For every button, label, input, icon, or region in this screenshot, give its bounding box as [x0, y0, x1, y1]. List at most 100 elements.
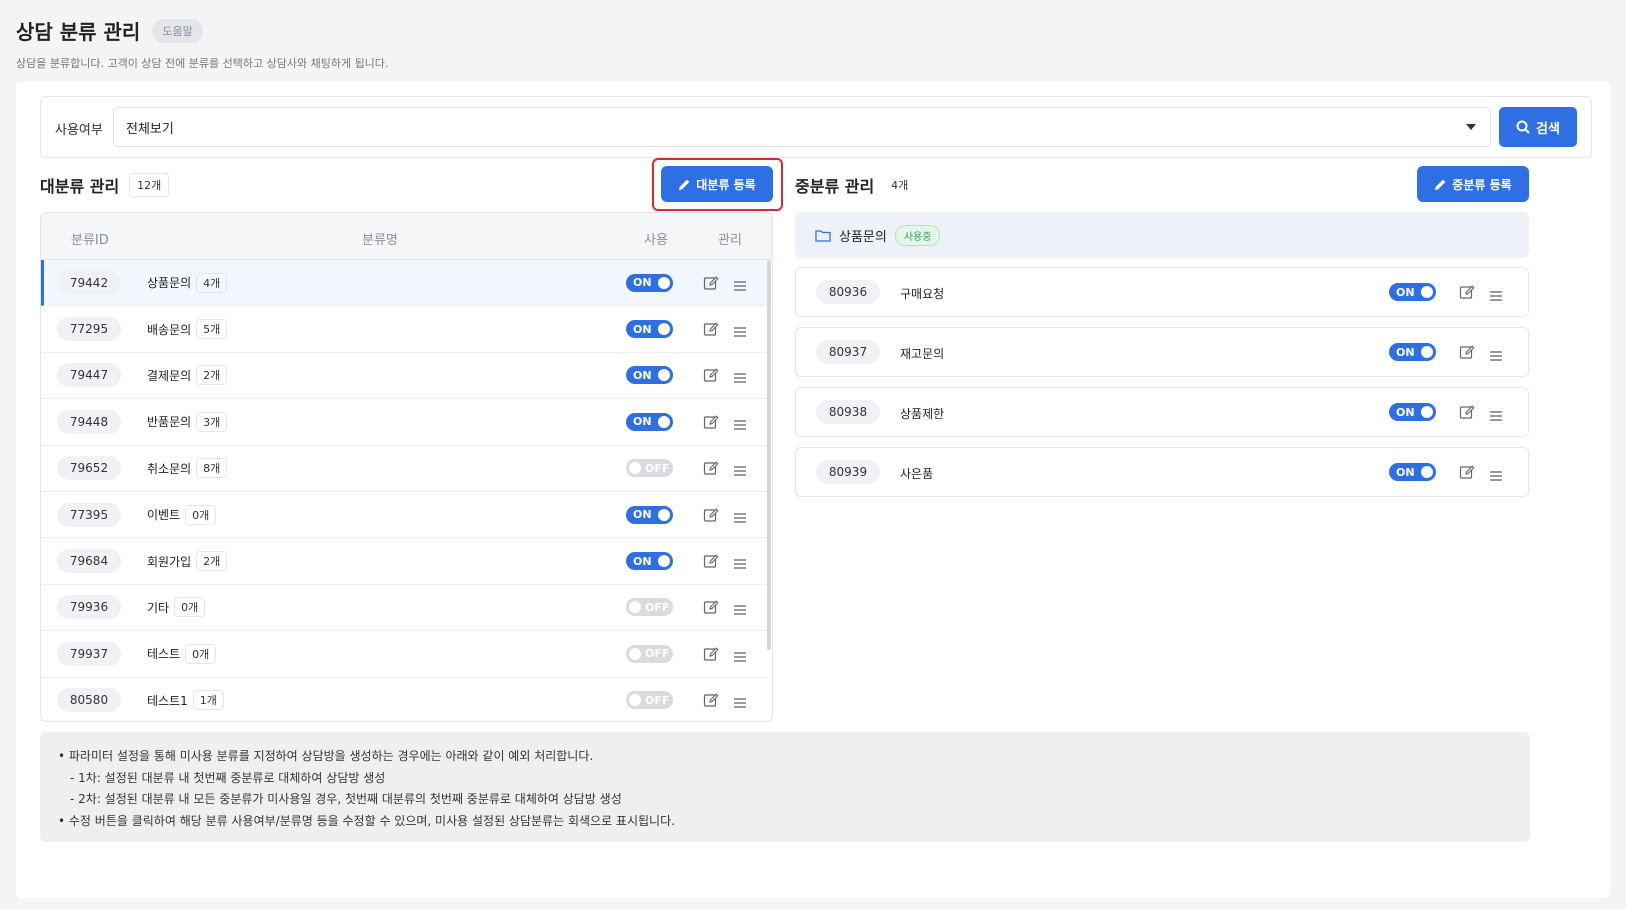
usage-select[interactable]: 전체보기: [113, 107, 1491, 147]
col-name: 분류명: [362, 233, 398, 248]
table-row[interactable]: 79448 반품문의 3개 ON: [41, 399, 767, 446]
category-id: 79447: [57, 363, 121, 388]
sub-count-badge: 5개: [196, 319, 228, 340]
edit-icon[interactable]: [703, 321, 719, 337]
middle-register-label: 중분류 등록: [1452, 177, 1512, 192]
use-toggle[interactable]: ON: [626, 505, 673, 524]
use-toggle[interactable]: OFF: [626, 598, 673, 617]
category-name-text: 반품문의: [147, 415, 192, 430]
list-item[interactable]: 80936 구매요청 ON: [795, 267, 1529, 317]
major-section-title: 대분류 관리: [40, 177, 120, 196]
filter-box: 사용여부 전체보기 검색: [40, 96, 1592, 158]
notice-line-2: - 1차: 설정된 대분류 내 첫번째 중분류로 대체하여 상담방 생성: [70, 770, 386, 785]
category-id: 79448: [57, 409, 121, 434]
status-badge: 사용중: [894, 224, 941, 246]
subcategory-id: 80936: [816, 280, 880, 304]
edit-icon[interactable]: [703, 367, 719, 383]
edit-icon[interactable]: [1459, 404, 1475, 420]
middle-section-title: 중분류 관리: [795, 177, 875, 196]
edit-icon[interactable]: [703, 275, 719, 291]
use-toggle[interactable]: ON: [1389, 343, 1436, 361]
list-item[interactable]: 80937 재고문의 ON: [795, 327, 1529, 377]
table-row[interactable]: 79684 회원가입 2개 ON: [41, 538, 767, 585]
edit-icon[interactable]: [703, 460, 719, 476]
drag-handle-icon[interactable]: [733, 369, 747, 384]
edit-icon[interactable]: [703, 692, 719, 708]
list-item[interactable]: 80939 사은품 ON: [795, 447, 1529, 497]
table-row[interactable]: 77395 이벤트 0개 ON: [41, 492, 767, 539]
main-card: 사용여부 전체보기 검색 대분류 관리 12개 대분류 등록 분류ID 분류명 …: [16, 81, 1610, 898]
edit-icon[interactable]: [1459, 464, 1475, 480]
edit-icon[interactable]: [703, 507, 719, 523]
search-button[interactable]: 검색: [1499, 107, 1577, 147]
table-row[interactable]: 79936 기타 0개 OFF: [41, 585, 767, 632]
use-toggle[interactable]: ON: [626, 366, 673, 385]
table-row[interactable]: 79447 결제문의 2개 ON: [41, 353, 767, 400]
scrollbar[interactable]: [767, 260, 771, 650]
category-name: 테스트 0개: [147, 643, 217, 664]
drag-handle-icon[interactable]: [733, 601, 747, 616]
use-toggle[interactable]: ON: [626, 552, 673, 571]
drag-handle-icon[interactable]: [1489, 467, 1503, 481]
use-toggle[interactable]: ON: [1389, 463, 1436, 481]
subcategory-id: 80938: [816, 400, 880, 424]
drag-handle-icon[interactable]: [733, 509, 747, 523]
category-name: 상품문의 4개: [147, 272, 228, 293]
edit-icon[interactable]: [703, 553, 719, 569]
category-name: 기타 0개: [147, 597, 206, 618]
drag-handle-icon[interactable]: [733, 416, 747, 430]
category-id: 79684: [57, 549, 121, 574]
drag-handle-icon[interactable]: [1489, 347, 1503, 361]
selected-major-name: 상품문의: [839, 229, 887, 245]
drag-handle-icon[interactable]: [733, 694, 747, 708]
table-row[interactable]: 79937 테스트 0개 OFF: [41, 631, 767, 678]
edit-icon[interactable]: [703, 414, 719, 430]
drag-handle-icon[interactable]: [733, 462, 747, 476]
edit-icon[interactable]: [703, 646, 719, 662]
use-toggle[interactable]: ON: [1389, 283, 1436, 301]
table-row[interactable]: 79442 상품문의 4개 ON: [41, 260, 767, 307]
page-header: 상담 분류 관리 도움말 상담을 분류합니다. 고객이 상담 전에 분류를 선택…: [16, 16, 388, 71]
category-id: 79442: [57, 270, 121, 295]
category-name-text: 이벤트: [147, 508, 181, 523]
middle-register-button[interactable]: 중분류 등록: [1417, 166, 1529, 202]
table-row[interactable]: 77295 배송문의 5개 ON: [41, 306, 767, 353]
sub-count-badge: 1개: [192, 690, 224, 711]
drag-handle-icon[interactable]: [733, 648, 747, 662]
usage-select-value: 전체보기: [126, 121, 174, 137]
page-description: 상담을 분류합니다. 고객이 상담 전에 분류를 선택하고 상담사와 채팅하게 …: [16, 57, 389, 70]
sub-count-badge: 8개: [196, 458, 228, 479]
use-toggle[interactable]: OFF: [626, 691, 673, 710]
edit-icon[interactable]: [703, 599, 719, 615]
drag-handle-icon[interactable]: [733, 323, 747, 337]
notice-box: • 파라미터 설정을 통해 미사용 분류를 지정하여 상담방을 생성하는 경우에…: [40, 732, 1530, 842]
drag-handle-icon[interactable]: [1489, 287, 1503, 301]
category-id: 79937: [57, 641, 121, 666]
use-toggle[interactable]: ON: [626, 412, 673, 431]
category-name-text: 기타: [147, 600, 170, 615]
category-name: 결제문의 2개: [147, 365, 228, 386]
middle-count-badge: 4개: [884, 174, 916, 196]
selected-major-header: 상품문의 사용중: [795, 212, 1529, 258]
category-name: 테스트1 1개: [147, 690, 224, 711]
category-id: 77395: [57, 502, 121, 527]
list-item[interactable]: 80938 상품제한 ON: [795, 387, 1529, 437]
use-toggle[interactable]: ON: [626, 273, 673, 292]
filter-label: 사용여부: [55, 123, 103, 138]
major-section-header: 대분류 관리 12개: [40, 173, 170, 197]
use-toggle[interactable]: OFF: [626, 644, 673, 663]
use-toggle[interactable]: ON: [626, 320, 673, 339]
table-row[interactable]: 80580 테스트1 1개 OFF: [41, 678, 767, 721]
use-toggle[interactable]: OFF: [626, 459, 673, 478]
table-row[interactable]: 79652 취소문의 8개 OFF: [41, 446, 767, 492]
drag-handle-icon[interactable]: [1489, 407, 1503, 421]
use-toggle[interactable]: ON: [1389, 403, 1436, 421]
sub-count-badge: 0개: [185, 504, 217, 525]
drag-handle-icon[interactable]: [733, 555, 747, 569]
drag-handle-icon[interactable]: [733, 277, 747, 291]
major-table: 분류ID 분류명 사용 관리 79442 상품문의 4개 ON 77295 배송문의 5개 O…: [40, 212, 773, 722]
edit-icon[interactable]: [1459, 344, 1475, 360]
edit-icon[interactable]: [1459, 284, 1475, 300]
sub-count-badge: 0개: [174, 597, 206, 618]
help-button[interactable]: 도움말: [152, 18, 203, 43]
